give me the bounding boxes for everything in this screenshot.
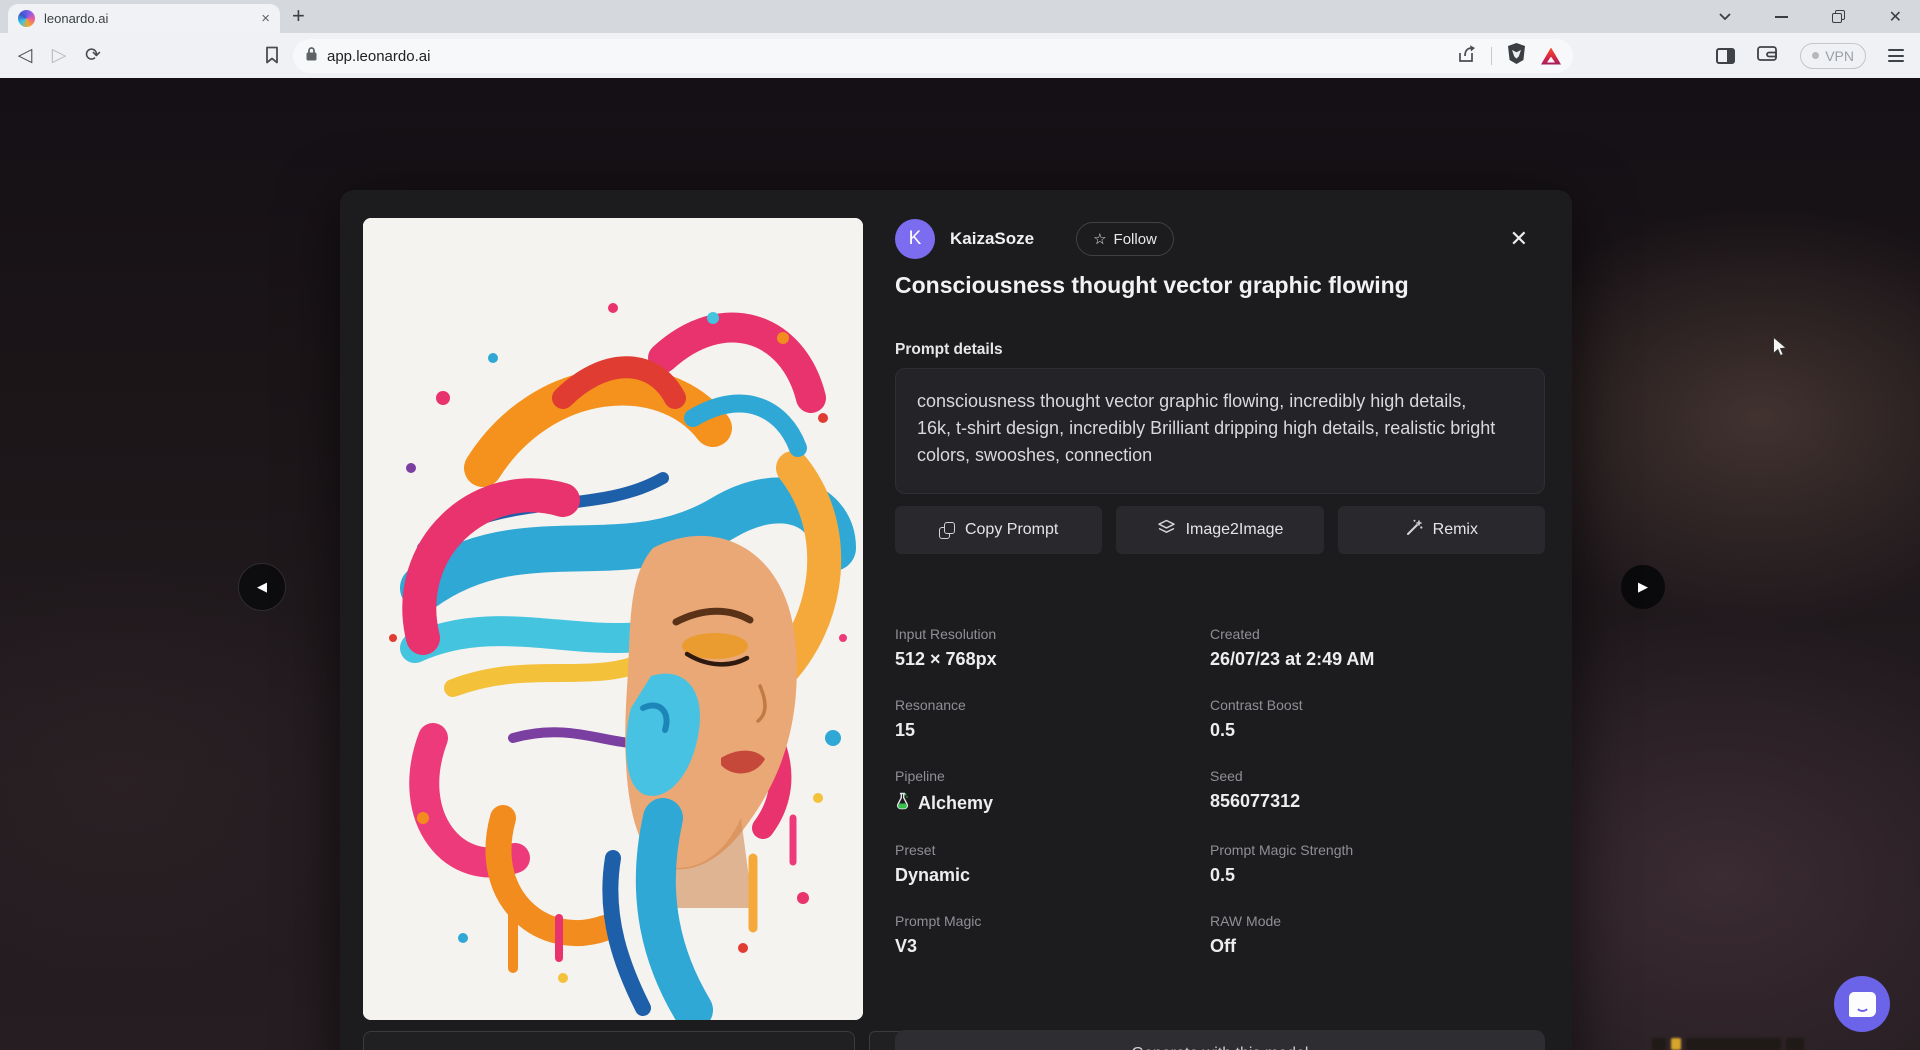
detail-prompt-magic: Prompt Magic V3 <box>895 913 1210 957</box>
carousel-prev-button[interactable]: ◀ <box>238 563 286 611</box>
toolbar-right-actions: VPN <box>1716 33 1920 78</box>
minimize-button[interactable] <box>1775 16 1788 18</box>
left-arrow-icon: ◀ <box>257 579 267 595</box>
brave-shields-icon[interactable] <box>1506 42 1527 70</box>
detail-input-resolution: Input Resolution 512 × 768px <box>895 626 1210 670</box>
detail-contrast-boost: Contrast Boost 0.5 <box>1210 697 1545 741</box>
prompt-box: consciousness thought vector graphic flo… <box>895 368 1545 494</box>
action-buttons: Copy Prompt Image2Image Remix <box>895 506 1545 554</box>
browser-window: leonardo.ai × + ✕ ◁ ▷ ⟳ app.leonardo.ai <box>0 0 1920 1050</box>
window-close-button[interactable]: ✕ <box>1889 7 1902 27</box>
copy-icon <box>939 522 955 539</box>
creator-name[interactable]: KaizaSoze <box>950 229 1034 249</box>
chat-bubble-icon <box>1849 992 1876 1017</box>
detail-seed: Seed 856077312 <box>1210 768 1545 815</box>
detail-raw-mode: RAW Mode Off <box>1210 913 1545 957</box>
window-controls: ✕ <box>1719 0 1920 33</box>
url-bar[interactable]: app.leonardo.ai <box>293 39 1573 73</box>
artwork-illustration <box>363 218 863 1020</box>
lock-icon <box>305 46 318 67</box>
prompt-details-label: Prompt details <box>895 341 1003 359</box>
remix-button[interactable]: Remix <box>1338 506 1545 554</box>
image2image-button[interactable]: Image2Image <box>1116 506 1323 554</box>
urlbar-actions <box>1456 42 1561 70</box>
copy-prompt-button[interactable]: Copy Prompt <box>895 506 1102 554</box>
toolbar-separator <box>1491 47 1492 65</box>
new-tab-button[interactable]: + <box>292 2 305 30</box>
restore-button[interactable] <box>1832 10 1845 23</box>
avatar[interactable]: K <box>895 219 935 259</box>
cutoff-watermark <box>1652 1038 1832 1050</box>
wallet-icon[interactable] <box>1757 44 1778 67</box>
layers-icon <box>1157 519 1176 541</box>
tab-strip: leonardo.ai × + ✕ <box>0 0 1920 33</box>
page-backdrop: ◀ ▶ <box>0 78 1920 1050</box>
back-button[interactable]: ◁ <box>8 44 42 67</box>
image-pagination-bar[interactable] <box>363 1031 855 1050</box>
detail-created: Created 26/07/23 at 2:49 AM <box>1210 626 1545 670</box>
reload-button[interactable]: ⟳ <box>76 44 110 67</box>
url-text[interactable]: app.leonardo.ai <box>327 48 1456 65</box>
flask-icon <box>895 791 910 815</box>
brave-rewards-icon[interactable] <box>1541 48 1561 65</box>
generate-with-model-button[interactable]: Generate with this model <box>895 1030 1545 1050</box>
browser-tab[interactable]: leonardo.ai × <box>8 4 280 33</box>
detail-prompt-magic-strength: Prompt Magic Strength 0.5 <box>1210 842 1545 886</box>
tab-search-chevron-icon[interactable] <box>1719 13 1731 20</box>
wand-icon <box>1405 519 1423 542</box>
follow-button[interactable]: ☆ Follow <box>1076 222 1174 256</box>
right-arrow-icon: ▶ <box>1638 579 1648 595</box>
vpn-status-dot <box>1812 52 1819 59</box>
mouse-cursor <box>1772 336 1788 362</box>
tab-title: leonardo.ai <box>44 11 252 26</box>
detail-pipeline: Pipeline Alchemy <box>895 768 1210 815</box>
prompt-text: consciousness thought vector graphic flo… <box>917 388 1496 469</box>
sidebar-toggle-icon[interactable] <box>1716 48 1735 64</box>
forward-button[interactable]: ▷ <box>42 44 76 67</box>
carousel-next-button[interactable]: ▶ <box>1621 565 1665 609</box>
vpn-button[interactable]: VPN <box>1800 43 1866 69</box>
star-icon: ☆ <box>1093 230 1106 248</box>
artwork-image[interactable] <box>363 218 863 1020</box>
tab-close-icon[interactable]: × <box>261 11 270 26</box>
modal-close-icon[interactable]: ✕ <box>1510 226 1528 252</box>
menu-icon[interactable] <box>1888 49 1904 62</box>
generation-detail-modal: ✕ K KaizaSoze ☆ Follow Consciousness tho… <box>340 190 1572 1050</box>
generation-details-grid: Input Resolution 512 × 768px Created 26/… <box>895 626 1545 957</box>
detail-resonance: Resonance 15 <box>895 697 1210 741</box>
generation-title: Consciousness thought vector graphic flo… <box>895 272 1515 299</box>
support-chat-button[interactable] <box>1834 976 1890 1032</box>
detail-preset: Preset Dynamic <box>895 842 1210 886</box>
share-icon[interactable] <box>1456 44 1477 68</box>
bookmark-icon[interactable] <box>264 46 280 65</box>
leonardo-favicon-icon <box>18 10 35 27</box>
creator-row: K KaizaSoze ☆ Follow <box>895 219 1174 259</box>
